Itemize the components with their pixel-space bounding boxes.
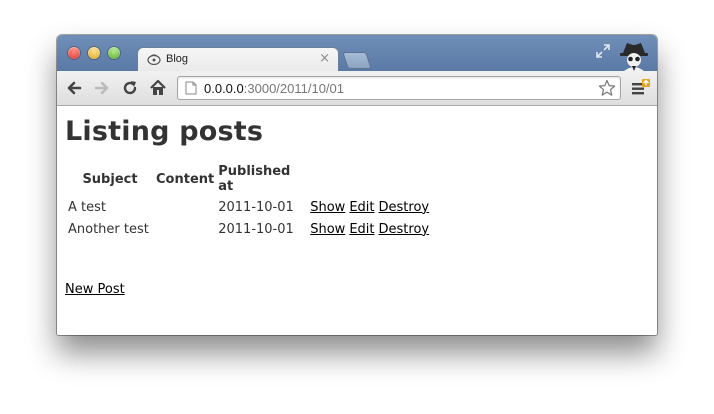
address-bar[interactable]: 0.0.0.0:3000/2011/10/01 (177, 76, 621, 100)
wrench-menu-icon[interactable] (631, 79, 651, 97)
tab-blog[interactable]: Blog × (137, 47, 339, 73)
title-bar: Blog × (57, 35, 657, 73)
url-path: :3000/2011/10/01 (243, 81, 345, 96)
cell-subject: A test (68, 199, 106, 215)
browser-window: Blog × 0.0.0.0:3000/2011/10/01 Listing p… (57, 35, 657, 335)
minimize-window-button[interactable] (88, 47, 100, 59)
page-title: Listing posts (65, 116, 264, 147)
home-icon[interactable] (149, 79, 167, 97)
cell-destroy: Destroy (378, 197, 431, 217)
forward-arrow-icon[interactable] (93, 79, 111, 97)
page-content: Listing posts Subject Content Published … (57, 106, 657, 335)
close-window-button[interactable] (68, 47, 80, 59)
table-header-row: Subject Content Published at (67, 163, 430, 195)
destroy-link[interactable]: Destroy (379, 200, 430, 215)
destroy-link[interactable]: Destroy (379, 222, 430, 237)
edit-link[interactable]: Edit (349, 222, 374, 237)
cell-content (155, 197, 215, 217)
page-icon (185, 81, 197, 95)
cell-published-at: 2011-10-01 (218, 199, 294, 215)
cell-edit: Edit (348, 219, 375, 239)
url-text: 0.0.0.0:3000/2011/10/01 (204, 81, 344, 96)
cell-show: Show (309, 197, 346, 217)
tab-close-icon[interactable]: × (319, 51, 330, 66)
table-row: Another test 2011-10-01 Show Edit Destro… (67, 219, 430, 239)
url-host: 0.0.0.0 (204, 81, 244, 96)
cell-edit: Edit (348, 197, 375, 217)
posts-table: Subject Content Published at A test 2011… (65, 161, 432, 241)
incognito-icon (620, 43, 648, 72)
new-post-link[interactable]: New Post (65, 282, 125, 297)
zoom-window-button[interactable] (108, 47, 120, 59)
column-header-actions (348, 163, 375, 195)
tab-title: Blog (166, 53, 189, 65)
reload-icon[interactable] (121, 79, 139, 97)
cell-subject: Another test (68, 221, 149, 237)
column-header-published-at: Published at (218, 164, 291, 194)
browser-toolbar: 0.0.0.0:3000/2011/10/01 (57, 71, 657, 106)
show-link[interactable]: Show (310, 222, 345, 237)
cell-published-at: 2011-10-01 (218, 221, 294, 237)
column-header-content: Content (156, 171, 215, 187)
column-header-actions (378, 163, 431, 195)
favicon-icon (147, 54, 161, 65)
cell-destroy: Destroy (378, 219, 431, 239)
fullscreen-icon[interactable] (595, 43, 611, 59)
column-header-actions (309, 163, 346, 195)
show-link[interactable]: Show (310, 200, 345, 215)
bookmark-star-icon[interactable] (598, 79, 616, 97)
column-header-subject: Subject (82, 171, 138, 187)
cell-show: Show (309, 219, 346, 239)
table-row: A test 2011-10-01 Show Edit Destroy (67, 197, 430, 217)
cell-content (155, 219, 215, 239)
new-tab-button[interactable] (342, 52, 372, 69)
edit-link[interactable]: Edit (349, 200, 374, 215)
back-arrow-icon[interactable] (65, 79, 83, 97)
